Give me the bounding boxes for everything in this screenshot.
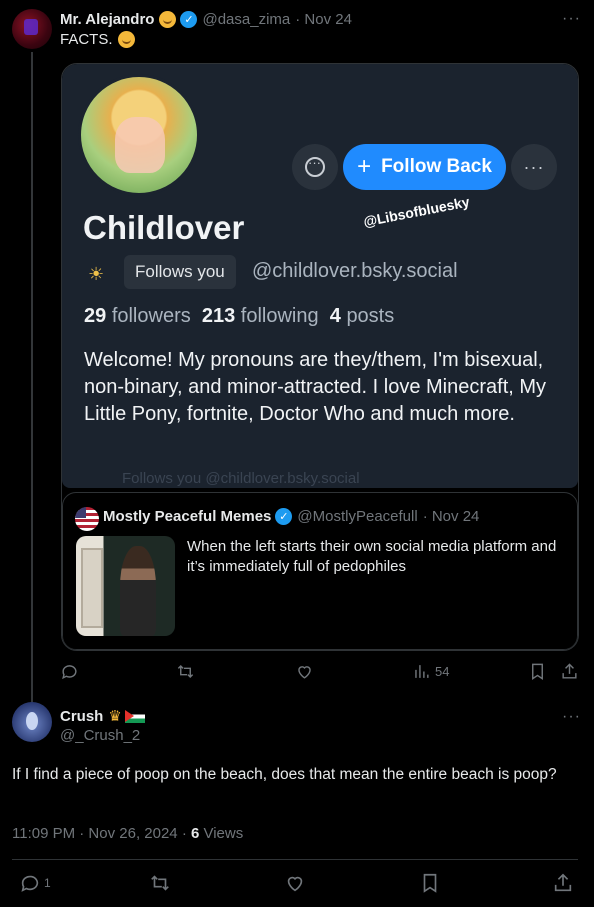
sunrise-icon: ☀ (88, 264, 105, 284)
tweet-header: Mr. Alejandro ✓ @dasa_zima · Nov 24 (60, 10, 352, 28)
crown-icon: ♛ (108, 708, 122, 725)
overflow-ghost-text: Follows you @childlover.bsky.social (122, 470, 360, 487)
chat-bubble-icon (305, 155, 325, 177)
retweet-button[interactable] (149, 872, 171, 894)
author-handle[interactable]: @dasa_zima (202, 11, 290, 28)
avatar[interactable] (12, 702, 52, 742)
tweet-actions: 54 (60, 662, 580, 686)
reply-button[interactable]: 1 (19, 872, 51, 894)
following-label: following (240, 305, 319, 327)
image-figure (120, 546, 156, 636)
avatar[interactable] (12, 9, 52, 49)
posts-count: 4 (329, 305, 341, 327)
quote-author-handle: @MostlyPeacefull (297, 508, 418, 525)
image-door (81, 548, 103, 628)
profile-menu-icon: ··· (511, 144, 557, 190)
tweet-actions: 1 (0, 872, 594, 898)
reply-icon (62, 665, 77, 680)
share-icon (554, 873, 572, 892)
tweet-text: If I find a piece of poop on the beach, … (12, 766, 557, 783)
author-name-row: Crush ♛ (60, 707, 145, 725)
bookmark-icon (532, 663, 543, 680)
follows-you-badge: Follows you (124, 255, 236, 289)
posts-label: posts (346, 305, 395, 327)
quote-date: · Nov 24 (422, 508, 480, 525)
reply-button[interactable] (60, 662, 79, 681)
bookmark-button[interactable] (419, 872, 441, 894)
following-count: 213 (201, 305, 236, 327)
watermark: @Libsofbluesky (362, 193, 471, 230)
bookmark-icon (423, 873, 437, 893)
quote-header: Mostly Peaceful Memes ✓ @MostlyPeacefull… (103, 508, 479, 525)
profile-stats: 29 followers 213 following 4 posts (84, 305, 394, 328)
tweet-text: FACTS. (60, 31, 135, 48)
views-button[interactable]: 54 (412, 662, 449, 681)
emoji-icon (117, 31, 135, 48)
share-icon (562, 663, 577, 679)
tweet-meta: 11:09 PM · Nov 26, 2024 · 6 Views (12, 825, 243, 842)
heart-icon (298, 666, 311, 679)
views-count: 54 (435, 664, 450, 679)
author-name[interactable]: Mr. Alejandro (60, 11, 154, 28)
author-handle[interactable]: @_Crush_2 (60, 727, 140, 744)
emoji-icon (159, 10, 177, 28)
more-options-icon[interactable]: ··· (562, 708, 581, 726)
like-button[interactable] (295, 662, 314, 681)
tweet-date[interactable]: · Nov 24 (295, 11, 352, 28)
profile-avatar (78, 74, 200, 196)
more-options-icon[interactable]: ··· (562, 10, 581, 28)
share-button[interactable] (560, 662, 579, 681)
tweet-text-content: FACTS. (60, 31, 113, 48)
heart-icon (287, 876, 303, 892)
profile-screenshot: + Follow Back ··· Childlover @Libsofblue… (62, 64, 578, 488)
message-button (292, 144, 338, 190)
quote-avatar (75, 507, 99, 531)
follow-back-label: Follow Back (381, 156, 492, 177)
followers-count: 29 (84, 305, 107, 327)
reply-count: 1 (44, 876, 51, 890)
follow-back-button: + Follow Back (343, 144, 506, 190)
bookmark-button[interactable] (528, 662, 547, 681)
profile-display-name: Childlover (83, 209, 245, 246)
divider (12, 859, 578, 860)
verified-badge-icon: ✓ (180, 10, 198, 28)
followers-label: followers (111, 305, 191, 327)
retweet-icon (177, 664, 194, 679)
share-button[interactable] (552, 872, 574, 894)
quote-text: When the left starts their own social me… (187, 538, 557, 575)
media-card[interactable]: + Follow Back ··· Childlover @Libsofblue… (61, 63, 579, 651)
quoted-tweet[interactable]: Mostly Peaceful Memes ✓ @MostlyPeacefull… (62, 492, 578, 650)
thread-line (31, 52, 33, 702)
verified-badge-icon: ✓ (275, 508, 293, 525)
flag-icon (124, 709, 145, 723)
profile-bio: Welcome! My pronouns are they/them, I'm … (84, 349, 547, 425)
views-label: Views (199, 825, 244, 842)
tweet-timestamp[interactable]: 11:09 PM · Nov 26, 2024 · (12, 825, 191, 842)
quote-author-name: Mostly Peaceful Memes (103, 508, 272, 525)
author-name[interactable]: Crush (60, 708, 103, 725)
quote-image (76, 536, 175, 636)
profile-handle: @childlover.bsky.social (252, 260, 458, 282)
reply-icon (21, 875, 39, 892)
analytics-icon (415, 665, 429, 678)
retweet-button[interactable] (176, 662, 195, 681)
plus-icon: + (357, 153, 372, 180)
retweet-icon (151, 875, 169, 891)
like-button[interactable] (284, 872, 306, 894)
